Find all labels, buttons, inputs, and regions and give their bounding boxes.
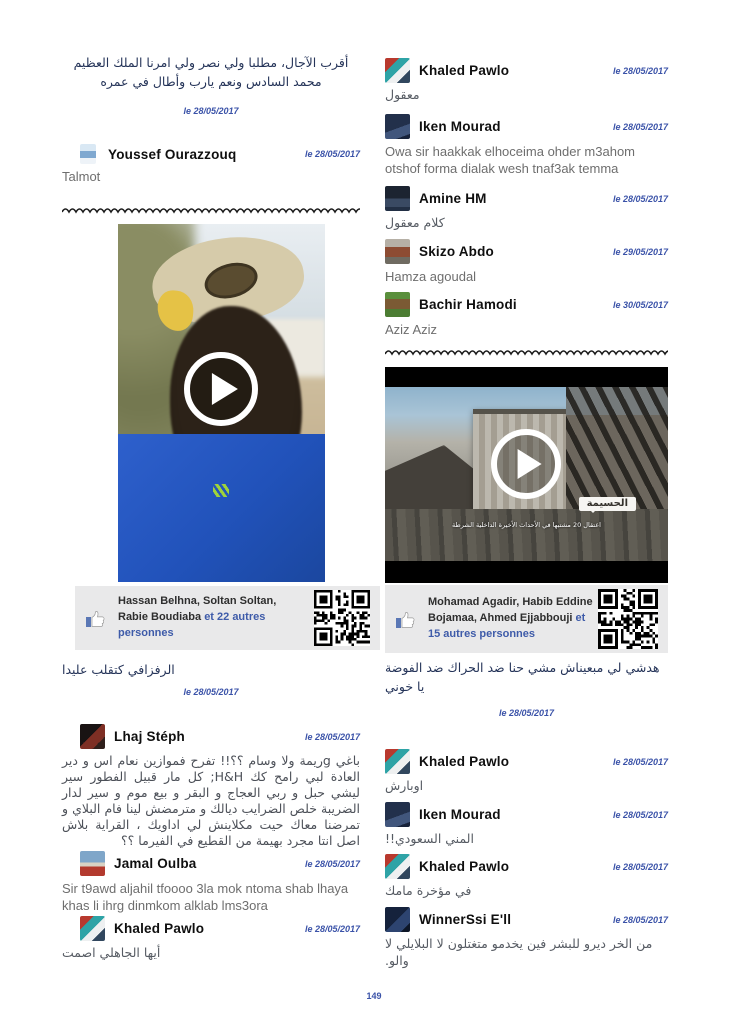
comment: Youssef Ourazzouq le 28/05/2017 Talmot (62, 144, 360, 185)
comment: Khaled Pawlo le 28/05/2017 أيها الجاهلي … (62, 916, 360, 962)
page-number: 149 (0, 991, 748, 1001)
shirt-logo (213, 484, 229, 497)
commenter-name: Khaled Pawlo (419, 63, 509, 78)
comment-date: le 30/05/2017 (613, 300, 668, 310)
comment-text: أيها الجاهلي اصمت (62, 945, 360, 962)
commenter-name: Bachir Hamodi (419, 297, 517, 312)
commenter-name: Khaled Pawlo (114, 921, 204, 936)
play-icon[interactable] (491, 429, 561, 499)
avatar (80, 916, 105, 941)
comment: Skizo Abdo le 29/05/2017 Hamza agoudal (385, 239, 668, 285)
avatar (385, 114, 410, 139)
comment-text: كلام معقول (385, 215, 668, 232)
comment-text: اوبارش (385, 778, 668, 795)
wave-separator (385, 348, 668, 357)
comment: Jamal Oulba le 28/05/2017 Sir t9awd alja… (62, 851, 360, 914)
commenter-name: Jamal Oulba (114, 856, 196, 871)
commenter-name: Skizo Abdo (419, 244, 494, 259)
post-date: le 28/05/2017 (385, 708, 668, 718)
comment-text: Aziz Aziz (385, 321, 668, 338)
comment-date: le 28/05/2017 (613, 122, 668, 132)
comment-text: Owa sir haakkak elhoceima ohder m3ahom o… (385, 143, 668, 177)
comment-text: في مؤخرة مامك (385, 883, 668, 900)
commenter-name: Youssef Ourazzouq (108, 147, 236, 162)
post-text: أقرب الآجال، مطلبا ولي نصر ولي امرنا الم… (62, 54, 360, 92)
thumbs-up-icon (395, 607, 419, 631)
shirt (118, 434, 325, 582)
like-box: Mohamad Agadir, Habib Eddine Bojamaa, Ah… (385, 585, 668, 653)
document-page: أقرب الآجال، مطلبا ولي نصر ولي امرنا الم… (0, 0, 748, 1024)
avatar (385, 292, 410, 317)
commenter-name: WinnerSsi E'll (419, 912, 511, 927)
comment-text: Talmot (62, 168, 360, 185)
comment-date: le 29/05/2017 (613, 247, 668, 257)
comment: Lhaj Stéph le 28/05/2017 باغي gريمة ولا … (62, 724, 360, 849)
post-date: le 28/05/2017 (62, 106, 360, 116)
comment: Amine HM le 28/05/2017 كلام معقول (385, 186, 668, 232)
video-caption-label: الحسيمة (579, 497, 636, 511)
qr-code (314, 590, 370, 646)
post-text: الرفزافي كتقلب عليدا (62, 661, 360, 680)
qr-code (598, 589, 658, 649)
video-caption-line: اعتقال 20 مشتبها في الأحداث الأخيرة الدا… (391, 521, 662, 529)
comment-date: le 28/05/2017 (305, 859, 360, 869)
rubble (385, 509, 668, 561)
commenter-name: Iken Mourad (419, 119, 501, 134)
liker-names: Mohamad Agadir, Habib Eddine Bojamaa, Ah… (428, 596, 593, 624)
avatar (80, 851, 105, 876)
comment: Iken Mourad le 28/05/2017 Owa sir haakka… (385, 114, 668, 177)
like-names: Hassan Belhna, Soltan Soltan, Rabie Boud… (118, 594, 296, 642)
avatar (385, 854, 410, 879)
avatar (385, 802, 410, 827)
avatar (385, 58, 410, 83)
commenter-name: Khaled Pawlo (419, 754, 509, 769)
play-icon[interactable] (184, 352, 258, 426)
comment: Bachir Hamodi le 30/05/2017 Aziz Aziz (385, 292, 668, 338)
post-text: هدشي لي مبعيناش مشي حنا ضد الحراك ضد الف… (385, 659, 668, 697)
video-frame: الحسيمة اعتقال 20 مشتبها في الأحداث الأخ… (385, 387, 668, 561)
comment-date: le 28/05/2017 (613, 915, 668, 925)
avatar (385, 749, 410, 774)
avatar (80, 724, 105, 749)
like-box: Hassan Belhna, Soltan Soltan, Rabie Boud… (75, 586, 380, 650)
comment-date: le 28/05/2017 (613, 66, 668, 76)
comment: Khaled Pawlo le 28/05/2017 اوبارش (385, 749, 668, 795)
wave-separator (62, 206, 360, 215)
comment-text: باغي gريمة ولا وسام ؟؟!! تفرح فموازين نع… (62, 753, 360, 849)
comment-date: le 28/05/2017 (613, 862, 668, 872)
commenter-name: Lhaj Stéph (114, 729, 185, 744)
comment: Khaled Pawlo le 28/05/2017 معقول (385, 58, 668, 104)
comment-date: le 28/05/2017 (305, 924, 360, 934)
avatar (385, 186, 410, 211)
comment: WinnerSsi E'll le 28/05/2017 من الخر دير… (385, 907, 668, 969)
comment-text: معقول (385, 87, 668, 104)
post-date: le 28/05/2017 (62, 687, 360, 697)
avatar (385, 907, 410, 932)
comment-date: le 28/05/2017 (305, 732, 360, 742)
comment-date: le 28/05/2017 (613, 194, 668, 204)
comment-text: المني السعودي!! (385, 831, 668, 848)
commenter-name: Khaled Pawlo (419, 859, 509, 874)
comment-text: Sir t9awd aljahil tfoooo 3la mok ntoma s… (62, 880, 360, 914)
commenter-name: Amine HM (419, 191, 487, 206)
avatar (385, 239, 410, 264)
comment-text: من الخر ديرو للبشر فين يخدمو متغتلون لا … (385, 936, 668, 969)
commenter-name: Iken Mourad (419, 807, 501, 822)
comment: Iken Mourad le 28/05/2017 المني السعودي!… (385, 802, 668, 848)
video-thumbnail[interactable] (118, 224, 325, 582)
like-names: Mohamad Agadir, Habib Eddine Bojamaa, Ah… (428, 595, 596, 643)
comment-date: le 28/05/2017 (613, 757, 668, 767)
avatar (80, 144, 96, 164)
comment-text: Hamza agoudal (385, 268, 668, 285)
comment-date: le 28/05/2017 (305, 149, 360, 159)
comment-date: le 28/05/2017 (613, 810, 668, 820)
thumbs-up-icon (85, 606, 109, 630)
comment: Khaled Pawlo le 28/05/2017 في مؤخرة مامك (385, 854, 668, 900)
video-thumbnail[interactable]: الحسيمة اعتقال 20 مشتبها في الأحداث الأخ… (385, 367, 668, 583)
